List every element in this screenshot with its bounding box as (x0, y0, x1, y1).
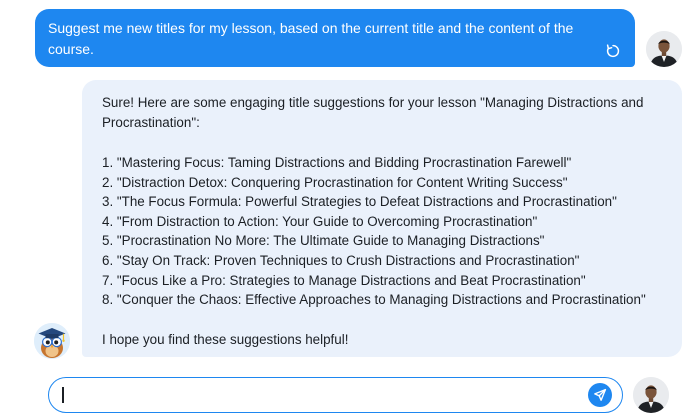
send-button[interactable] (588, 383, 612, 407)
title-suggestion: 3. "The Focus Formula: Powerful Strategi… (102, 194, 617, 210)
chat-window: Suggest me new titles for my lesson, bas… (0, 0, 700, 420)
title-suggestion: 7. "Focus Like a Pro: Strategies to Mana… (102, 272, 586, 288)
assistant-closing-text: I hope you find these suggestions helpfu… (102, 331, 349, 347)
title-suggestion: 2. "Distraction Detox: Conquering Procra… (102, 174, 568, 190)
title-suggestion: 5. "Procrastination No More: The Ultimat… (102, 233, 545, 249)
chat-input[interactable] (61, 384, 571, 406)
title-suggestion: 8. "Conquer the Chaos: Effective Approac… (102, 292, 646, 308)
user-message-text: Suggest me new titles for my lesson, bas… (48, 20, 574, 57)
assistant-intro-text: Sure! Here are some engaging title sugge… (102, 95, 644, 130)
title-suggestion-list: 1. "Mastering Focus: Taming Distractions… (102, 153, 670, 310)
title-suggestion: 6. "Stay On Track: Proven Techniques to … (102, 252, 580, 268)
chat-input-box[interactable] (48, 377, 623, 413)
text-cursor (62, 387, 64, 403)
owl-graduate-avatar (34, 323, 70, 359)
refresh-icon[interactable] (605, 43, 621, 59)
title-suggestion: 4. "From Distraction to Action: Your Gui… (102, 213, 538, 229)
user-avatar (633, 377, 669, 413)
user-avatar (646, 31, 682, 67)
title-suggestion: 1. "Mastering Focus: Taming Distractions… (102, 155, 572, 170)
send-icon (594, 388, 607, 401)
user-message-bubble: Suggest me new titles for my lesson, bas… (35, 9, 635, 67)
assistant-message-bubble: Sure! Here are some engaging title sugge… (82, 80, 682, 357)
